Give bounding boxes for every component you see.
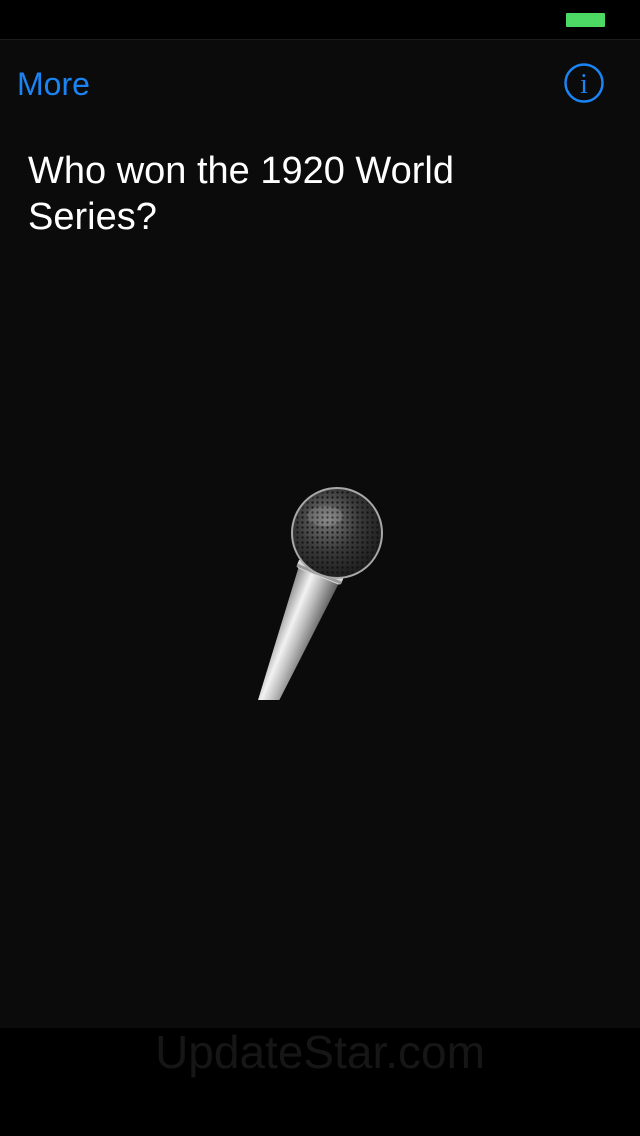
microphone-icon — [252, 487, 383, 725]
main-screen: More i Who won the 1920 World Series? — [0, 40, 640, 1028]
info-icon: i — [564, 63, 604, 103]
svg-text:i: i — [580, 69, 588, 100]
info-button[interactable]: i — [564, 63, 604, 103]
bottom-bar: UpdateStar.com — [0, 1028, 640, 1136]
more-button[interactable]: More — [17, 64, 90, 104]
microphone-button[interactable] — [245, 450, 395, 725]
battery-icon — [566, 13, 605, 27]
watermark-text: UpdateStar.com — [155, 1026, 485, 1078]
status-bar — [0, 0, 640, 40]
question-text: Who won the 1920 World Series? — [28, 150, 454, 238]
